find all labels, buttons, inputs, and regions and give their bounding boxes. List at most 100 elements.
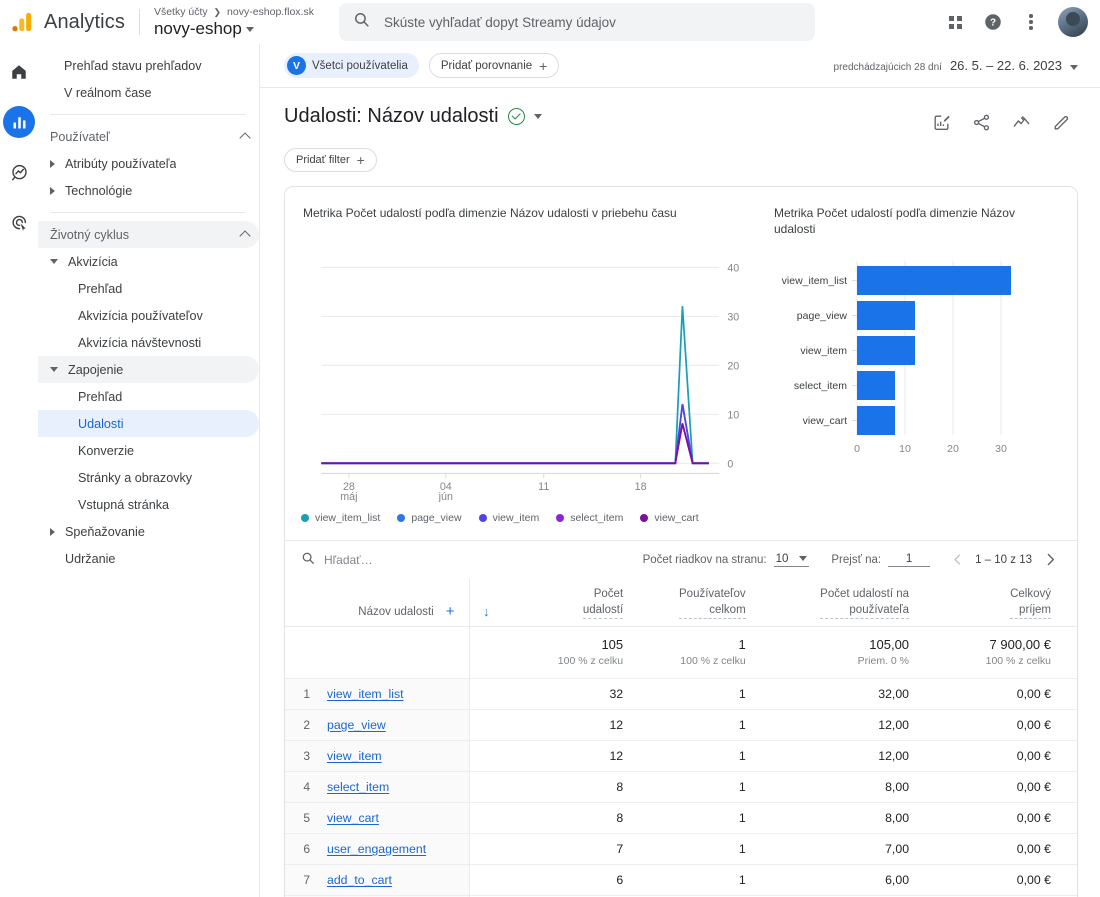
- bar-chart[interactable]: view_item_list page_view view_item selec…: [774, 247, 1059, 472]
- line-chart[interactable]: 40 30 20 10 0 28máj 04jún 11 18: [303, 247, 762, 502]
- sidebar-item-reports-snapshot[interactable]: Prehľad stavu prehľadov: [38, 52, 259, 79]
- advertising-icon[interactable]: [3, 206, 35, 238]
- global-search[interactable]: [338, 3, 815, 41]
- row-dimension[interactable]: add_to_cart: [319, 864, 470, 896]
- row-revenue: 0,00 €: [1016, 718, 1051, 733]
- event-name-link[interactable]: view_cart: [327, 811, 379, 825]
- page-title-label: Udalosti: Názov udalosti: [284, 105, 499, 127]
- row-events-per-user: 8,00: [885, 780, 910, 795]
- filter-bar: V Všetci používatelia Pridať porovnanie …: [260, 44, 1100, 88]
- sidebar-item-engagement-overview[interactable]: Prehľad: [38, 383, 259, 410]
- header-total-users[interactable]: Používateľov celkom: [623, 578, 746, 628]
- event-name-link[interactable]: user_engagement: [327, 842, 426, 856]
- avatar[interactable]: [1058, 7, 1088, 37]
- totals-spacer: [469, 627, 503, 679]
- table-row[interactable]: 6 user_engagement 7 1 7,00 0,00 €: [285, 833, 1077, 865]
- sidebar-item-realtime[interactable]: V reálnom čase: [38, 79, 259, 106]
- date-range-prefix: predchádzajúcich 28 dní: [833, 62, 942, 73]
- row-dimension[interactable]: user_engagement: [319, 833, 470, 865]
- account-selector[interactable]: Všetky účty ❯ novy-eshop.flox.sk novy-es…: [154, 6, 314, 38]
- legend-item-view_item_list[interactable]: view_item_list: [301, 512, 380, 524]
- event-name-link[interactable]: view_item_list: [327, 687, 404, 701]
- sidebar-item-traffic-acquisition[interactable]: Akvizícia návštevnosti: [38, 329, 259, 356]
- header-dimension[interactable]: Názov udalosti +: [319, 578, 470, 628]
- sidebar-item-events[interactable]: Udalosti: [38, 410, 259, 437]
- sidebar-group-engagement[interactable]: Zapojenie: [38, 356, 259, 383]
- chevron-down-icon[interactable]: [533, 113, 542, 119]
- edit-pencil-icon[interactable]: [1044, 105, 1078, 139]
- table-search-input[interactable]: [324, 552, 504, 567]
- sidebar-group-monetisation[interactable]: Speňažovanie: [38, 518, 259, 545]
- table-row[interactable]: 4 select_item 8 1 8,00 0,00 €: [285, 771, 1077, 803]
- reports-icon[interactable]: [3, 106, 35, 138]
- row-event-count: 8: [616, 780, 624, 795]
- series-page_view: [321, 403, 709, 465]
- table-row[interactable]: 2 page_view 12 1 12,00 0,00 €: [285, 709, 1077, 741]
- goto-input[interactable]: [888, 552, 931, 567]
- svg-text:view_item: view_item: [800, 345, 847, 357]
- home-icon[interactable]: [3, 56, 35, 88]
- bar-category-labels: view_item_list page_view view_item selec…: [782, 275, 848, 427]
- sidebar-group-acquisition[interactable]: Akvizícia: [38, 248, 259, 275]
- help-icon[interactable]: ?: [976, 5, 1010, 39]
- header-total-revenue[interactable]: Celkový príjem: [909, 578, 1077, 628]
- more-vert-icon[interactable]: [1014, 5, 1048, 39]
- legend-label: select_item: [570, 512, 624, 524]
- row-dimension[interactable]: select_item: [319, 771, 470, 803]
- total-revenue: 7 900,00 € 100 % z celku: [909, 627, 1077, 679]
- breadcrumb-property: novy-eshop.flox.sk: [227, 6, 314, 19]
- audience-chip[interactable]: V Všetci používatelia: [284, 53, 419, 78]
- account-name[interactable]: novy-eshop: [154, 20, 314, 38]
- row-dimension[interactable]: view_item: [319, 740, 470, 772]
- y-axis-ticks: 40 30 20 10 0: [727, 262, 739, 470]
- sidebar-group-user-attributes[interactable]: Atribúty používateľa: [38, 150, 259, 177]
- bar-select_item: [857, 371, 895, 401]
- sidebar-item-acquisition-overview[interactable]: Prehľad: [38, 275, 259, 302]
- sort-indicator[interactable]: ↓: [469, 578, 503, 628]
- header-events-per-user[interactable]: Počet udalostí na používateľa: [745, 578, 910, 628]
- table-search[interactable]: [301, 551, 621, 568]
- add-dimension-icon[interactable]: +: [446, 604, 455, 619]
- sidebar-item-landing-page[interactable]: Vstupná stránka: [38, 491, 259, 518]
- icon-rail: [0, 44, 38, 897]
- svg-text:30: 30: [995, 443, 1007, 455]
- row-dimension[interactable]: view_cart: [319, 802, 470, 834]
- rows-per-page-select[interactable]: 10: [773, 553, 810, 567]
- sidebar-section-lifecycle[interactable]: Životný cyklus: [38, 221, 259, 248]
- table-row[interactable]: 1 view_item_list 32 1 32,00 0,00 €: [285, 678, 1077, 710]
- row-index: 7: [285, 864, 319, 896]
- sidebar-section-user[interactable]: Používateľ: [38, 123, 259, 150]
- table-row[interactable]: 3 view_item 12 1 12,00 0,00 €: [285, 740, 1077, 772]
- header-event-count[interactable]: Počet udalostí: [503, 578, 624, 628]
- add-filter-button[interactable]: Pridať filter +: [284, 148, 377, 172]
- event-name-link[interactable]: select_item: [327, 780, 389, 794]
- next-page-icon[interactable]: [1042, 551, 1059, 568]
- sidebar-item-pages-screens[interactable]: Stránky a obrazovky: [38, 464, 259, 491]
- table-row[interactable]: 5 view_cart 8 1 8,00 0,00 €: [285, 802, 1077, 834]
- legend-item-view_cart[interactable]: view_cart: [640, 512, 699, 524]
- row-dimension[interactable]: view_item_list: [319, 678, 470, 710]
- sidebar-item-conversions[interactable]: Konverzie: [38, 437, 259, 464]
- event-name-link[interactable]: add_to_cart: [327, 873, 392, 887]
- explore-icon[interactable]: [3, 156, 35, 188]
- sidebar-group-technologies[interactable]: Technológie: [38, 177, 259, 204]
- search-input[interactable]: [383, 14, 801, 30]
- legend-item-page_view[interactable]: page_view: [397, 512, 462, 524]
- row-dimension[interactable]: page_view: [319, 709, 470, 741]
- previous-page-icon[interactable]: [950, 552, 965, 567]
- legend-item-select_item[interactable]: select_item: [556, 512, 623, 524]
- header-line2: celkom: [709, 603, 746, 616]
- table-row[interactable]: 7 add_to_cart 6 1 6,00 0,00 €: [285, 864, 1077, 896]
- event-name-link[interactable]: page_view: [327, 718, 386, 732]
- insights-icon[interactable]: [924, 105, 958, 139]
- legend-item-view_item[interactable]: view_item: [478, 512, 539, 524]
- sidebar-item-retention[interactable]: Udržanie: [38, 545, 259, 572]
- sidebar-item-user-acquisition[interactable]: Akvizícia používateľov: [38, 302, 259, 329]
- date-range-picker[interactable]: predchádzajúcich 28 dní 26. 5. – 22. 6. …: [834, 58, 1078, 73]
- event-name-link[interactable]: view_item: [327, 749, 382, 763]
- compare-trend-icon[interactable]: [1004, 105, 1038, 139]
- add-comparison-button[interactable]: Pridať porovnanie +: [428, 53, 560, 78]
- share-icon[interactable]: [964, 105, 998, 139]
- apps-grid-icon[interactable]: [938, 5, 972, 39]
- line-chart-panel: Metrika Počet udalostí podľa dimenzie Ná…: [303, 205, 762, 502]
